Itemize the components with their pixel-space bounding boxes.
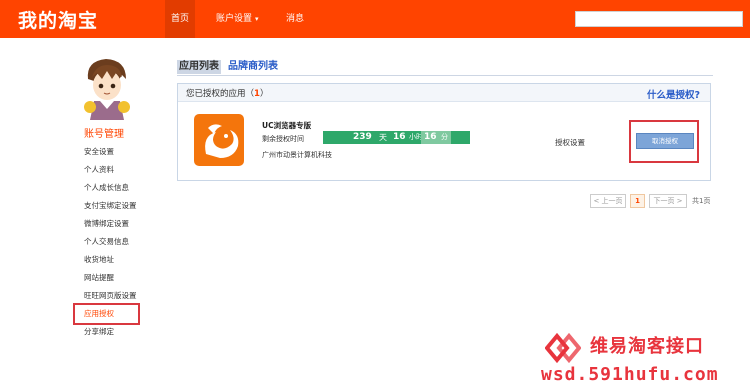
top-navigation-bar: 我的淘宝 首页 账户设置 ▾ 消息	[0, 0, 750, 38]
sidebar-item-share-binding[interactable]: 分享绑定	[84, 326, 114, 337]
sidebar-item-reminders[interactable]: 网站提醒	[84, 272, 114, 283]
remaining-minutes: 16	[421, 131, 441, 144]
authorized-apps-panel: 您已授权的应用（1） 什么是授权? UC浏览器专版 剩余授权时间 239 天 1…	[177, 83, 711, 181]
prev-page-button[interactable]: < 上一页	[590, 194, 626, 208]
site-logo[interactable]: 我的淘宝	[18, 6, 98, 33]
cancel-authorization-button[interactable]: 取消授权	[636, 133, 694, 149]
tab-divider	[177, 75, 713, 76]
search-input[interactable]	[575, 11, 743, 27]
sidebar-item-address[interactable]: 收货地址	[84, 254, 114, 265]
nav-account-settings-label: 账户设置	[216, 14, 253, 24]
what-is-authorization-link[interactable]: 什么是授权?	[647, 87, 700, 101]
sidebar-item-trade-info[interactable]: 个人交易信息	[84, 236, 129, 247]
panel-title: 您已授权的应用（1）	[186, 87, 268, 99]
tab-app-list[interactable]: 应用列表	[177, 60, 221, 74]
minutes-unit: 分	[441, 131, 451, 144]
nav-home[interactable]: 首页	[165, 0, 195, 38]
watermark-title: 维易淘客接口	[590, 336, 704, 357]
panel-title-suffix: ）	[259, 89, 269, 99]
nav-account-settings[interactable]: 账户设置 ▾	[216, 0, 259, 38]
remaining-time-label: 剩余授权时间	[262, 135, 304, 143]
sidebar-item-growth[interactable]: 个人成长信息	[84, 182, 129, 193]
sidebar-item-weibo[interactable]: 微博绑定设置	[84, 218, 129, 229]
panel-title-prefix: 您已授权的应用（	[186, 89, 255, 99]
sidebar-item-profile[interactable]: 个人资料	[84, 164, 114, 175]
app-name: UC浏览器专版	[262, 121, 312, 130]
next-page-button[interactable]: 下一页 >	[649, 194, 687, 208]
panel-header: 您已授权的应用（1） 什么是授权?	[178, 84, 710, 102]
selected-item-highlight	[73, 303, 140, 325]
sidebar-item-alipay[interactable]: 支付宝绑定设置	[84, 200, 137, 211]
chevron-down-icon: ▾	[255, 15, 259, 23]
remaining-time-bar: 239 天 16 小时 16 分	[323, 131, 470, 144]
nav-messages-label: 消息	[286, 14, 305, 24]
nav-home-label: 首页	[170, 14, 189, 24]
auth-settings-link[interactable]: 授权设置	[555, 137, 585, 148]
sidebar-title: 账号管理	[84, 129, 124, 140]
days-unit: 天	[379, 133, 387, 142]
tab-brand-list[interactable]: 品牌商列表	[228, 60, 278, 74]
nav-messages[interactable]: 消息	[286, 0, 304, 38]
watermark-url: wsd.591hufu.com	[541, 364, 719, 385]
remaining-days: 239	[353, 132, 372, 142]
uc-browser-icon	[194, 114, 244, 166]
remaining-hours: 16	[393, 132, 406, 142]
total-pages: 共1页	[692, 197, 711, 205]
sidebar-item-wangwang[interactable]: 旺旺网页版设置	[84, 290, 137, 301]
watermark-logo-icon	[544, 332, 582, 364]
app-company: 广州市动景计算机科技	[262, 151, 332, 159]
sidebar-item-security[interactable]: 安全设置	[84, 146, 114, 157]
current-page[interactable]: 1	[630, 194, 645, 208]
avatar	[82, 55, 132, 120]
